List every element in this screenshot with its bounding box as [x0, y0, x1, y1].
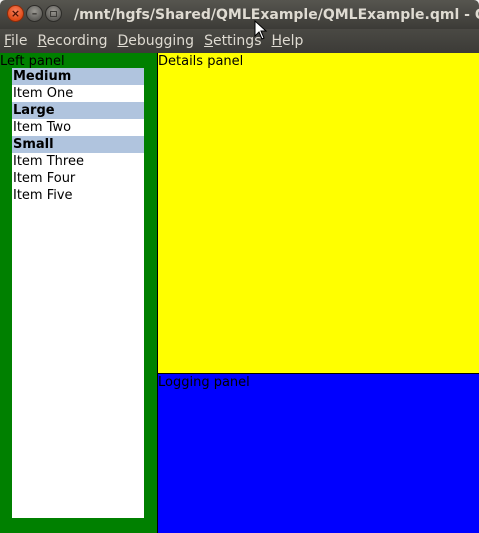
details-panel-label: Details panel [158, 54, 244, 69]
menu-help-mnemonic: H [271, 33, 283, 49]
menu-help-label: elp [282, 33, 304, 49]
menu-file-mnemonic: F [4, 33, 12, 49]
window-title: /mnt/hgfs/Shared/QMLExample/QMLExample.q… [74, 7, 479, 23]
menu-file-label: ile [11, 33, 28, 49]
menu-debugging-mnemonic: D [117, 33, 129, 49]
list-item-four[interactable]: Item Four [12, 170, 144, 187]
details-panel: Details panel [158, 53, 479, 373]
left-panel-label: Left panel [0, 54, 65, 69]
menu-settings-mnemonic: S [204, 33, 213, 49]
section-header-large: Large [12, 102, 144, 119]
mouse-pointer-icon [254, 20, 268, 40]
list-item-five[interactable]: Item Five [12, 187, 144, 204]
item-list[interactable]: Medium Item One Large Item Two Small Ite… [12, 68, 144, 518]
menu-help[interactable]: Help [268, 29, 310, 53]
title-bar[interactable]: × – /mnt/hgfs/Shared/QMLExample/QMLExamp… [0, 0, 479, 29]
menu-bar: File Recording Debugging Settings Help [0, 29, 479, 53]
menu-file[interactable]: File [0, 29, 33, 53]
section-header-small: Small [12, 136, 144, 153]
application-window: × – /mnt/hgfs/Shared/QMLExample/QMLExamp… [0, 0, 479, 533]
menu-recording[interactable]: Recording [33, 29, 113, 53]
list-item-two[interactable]: Item Two [12, 119, 144, 136]
logging-panel: Logging panel [158, 374, 479, 533]
maximize-icon[interactable] [45, 5, 62, 22]
logging-panel-label: Logging panel [158, 375, 250, 390]
list-item-three[interactable]: Item Three [12, 153, 144, 170]
close-icon[interactable]: × [7, 5, 24, 22]
menu-debugging-label: ebugging [128, 33, 195, 49]
minimize-icon[interactable]: – [26, 5, 43, 22]
menu-recording-label: ecording [46, 33, 108, 49]
section-header-medium: Medium [12, 68, 144, 85]
content-area: Left panel Medium Item One Large Item Tw… [0, 53, 479, 533]
menu-recording-mnemonic: R [37, 33, 47, 49]
list-item-one[interactable]: Item One [12, 85, 144, 102]
left-panel: Left panel Medium Item One Large Item Tw… [0, 53, 157, 533]
menu-debugging[interactable]: Debugging [113, 29, 200, 53]
